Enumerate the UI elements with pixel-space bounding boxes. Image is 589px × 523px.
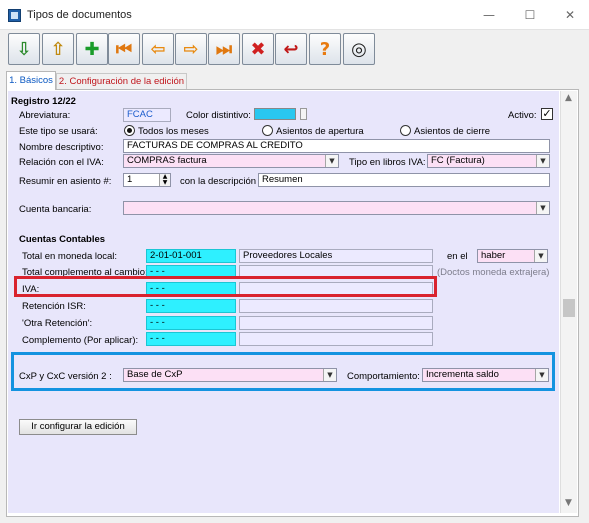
retencion-isr-account-name: [239, 299, 433, 313]
activo-checkbox[interactable]: ✓: [541, 108, 553, 120]
next-icon: ⇨: [183, 38, 199, 60]
help-button[interactable]: ?: [309, 33, 341, 65]
otra-retencion-label: 'Otra Retención':: [22, 318, 93, 329]
resumir-stepper[interactable]: 1 ▲ ▼: [123, 173, 171, 187]
relacion-value: COMPRAS factura: [127, 155, 207, 166]
tipo-libros-select[interactable]: FC (Factura) ▼: [427, 154, 550, 168]
radio-asientos-apertura[interactable]: [262, 125, 273, 136]
relacion-select[interactable]: COMPRAS factura ▼: [123, 154, 339, 168]
otra-retencion-account[interactable]: - - -: [146, 316, 236, 330]
chevron-down-icon[interactable]: ▼: [534, 250, 547, 262]
open-button[interactable]: ⇧: [42, 33, 74, 65]
spin-arrows-icon[interactable]: ▲ ▼: [159, 174, 170, 186]
total-local-label: Total en moneda local:: [22, 251, 118, 262]
cuenta-bancaria-select[interactable]: ▼: [123, 201, 550, 215]
binoculars-icon: ◎: [351, 38, 367, 60]
cxp-highlight-box: [11, 352, 555, 391]
close-button[interactable]: ✕: [560, 6, 580, 24]
configurar-edicion-button[interactable]: Ir configurar la edición: [19, 419, 137, 435]
abreviatura-label: Abreviatura:: [19, 110, 71, 121]
chevron-down-icon[interactable]: ▼: [325, 155, 338, 167]
retencion-isr-label: Retención ISR:: [22, 301, 86, 312]
abreviatura-field[interactable]: FCAC: [123, 108, 171, 122]
radio-asientos-cierre[interactable]: [400, 125, 411, 136]
uso-label: Este tipo se usará:: [19, 126, 98, 137]
app-icon: [8, 9, 21, 22]
exit-button[interactable]: ↩: [275, 33, 307, 65]
radio-todos-label: Todos los meses: [138, 126, 209, 137]
complemento-account-name: [239, 332, 433, 346]
en-el-select[interactable]: haber ▼: [477, 249, 548, 263]
nombre-field[interactable]: FACTURAS DE COMPRAS AL CREDITO: [123, 139, 550, 153]
previous-icon: ⇦: [150, 38, 166, 60]
tab-configuracion-edicion[interactable]: 2. Configuración de la edición: [56, 73, 187, 90]
cuentas-contables-title: Cuentas Contables: [19, 234, 106, 245]
total-local-account[interactable]: 2-01-01-001: [146, 249, 236, 263]
tab-basicos[interactable]: 1. Básicos: [6, 71, 56, 90]
activo-label: Activo:: [508, 110, 537, 121]
chevron-down-icon[interactable]: ▼: [536, 202, 549, 214]
new-icon: ✚: [84, 38, 100, 60]
descripcion-field[interactable]: Resumen: [258, 173, 550, 187]
resumir-value: 1: [127, 174, 133, 185]
scroll-up-icon[interactable]: ▲: [560, 93, 577, 107]
color-label: Color distintivo:: [186, 110, 251, 121]
help-icon: ?: [319, 38, 331, 60]
last-icon: ⏭: [215, 38, 233, 60]
scroll-thumb[interactable]: [563, 299, 575, 317]
chevron-down-icon[interactable]: ▼: [536, 155, 549, 167]
otra-retencion-account-name: [239, 316, 433, 330]
record-counter: Registro 12/22: [11, 96, 76, 107]
exit-icon: ↩: [283, 38, 299, 60]
window-title: Tipos de documentos: [27, 9, 132, 21]
color-picker-button[interactable]: [300, 108, 307, 120]
delete-button[interactable]: ✖: [242, 33, 274, 65]
radio-apertura-label: Asientos de apertura: [276, 126, 364, 137]
iva-highlight-box: [14, 276, 437, 297]
binoculars-button[interactable]: ◎: [343, 33, 375, 65]
maximize-button[interactable]: ☐: [520, 6, 540, 24]
color-swatch[interactable]: [254, 108, 296, 120]
doctos-note: (Doctos moneda extrajera): [437, 267, 550, 278]
tipo-libros-value: FC (Factura): [431, 155, 485, 166]
en-el-value: haber: [481, 250, 506, 261]
last-button[interactable]: ⏭: [208, 33, 240, 65]
descripcion-label: con la descripción: [180, 176, 257, 187]
save-button[interactable]: ⇩: [8, 33, 40, 65]
next-button[interactable]: ⇨: [175, 33, 207, 65]
tipo-libros-label: Tipo en libros IVA:: [349, 157, 426, 168]
retencion-isr-account[interactable]: - - -: [146, 299, 236, 313]
delete-icon: ✖: [250, 38, 266, 60]
new-button[interactable]: ✚: [76, 33, 108, 65]
nombre-label: Nombre descriptivo:: [19, 142, 104, 153]
open-icon: ⇧: [50, 38, 66, 60]
toolbar: ⇩ ⇧ ✚ ⏮ ⇦ ⇨ ⏭ ✖ ↩? ◎: [0, 31, 589, 67]
first-button[interactable]: ⏮: [108, 33, 140, 65]
first-icon: ⏮: [115, 38, 133, 60]
save-icon: ⇩: [16, 38, 32, 60]
cuenta-bancaria-label: Cuenta bancaria:: [19, 204, 92, 215]
minimize-button[interactable]: —: [479, 6, 499, 24]
radio-cierre-label: Asientos de cierre: [414, 126, 491, 137]
total-local-account-name: Proveedores Locales: [239, 249, 433, 263]
complemento-label: Complemento (Por aplicar):: [22, 335, 139, 346]
complemento-account[interactable]: - - -: [146, 332, 236, 346]
relacion-label: Relación con el IVA:: [19, 157, 104, 168]
radio-todos-meses[interactable]: [124, 125, 135, 136]
en-el-label: en el: [447, 251, 468, 262]
resumir-label: Resumir en asiento #:: [19, 176, 112, 187]
scroll-down-icon[interactable]: ▼: [560, 498, 577, 512]
previous-button[interactable]: ⇦: [142, 33, 174, 65]
